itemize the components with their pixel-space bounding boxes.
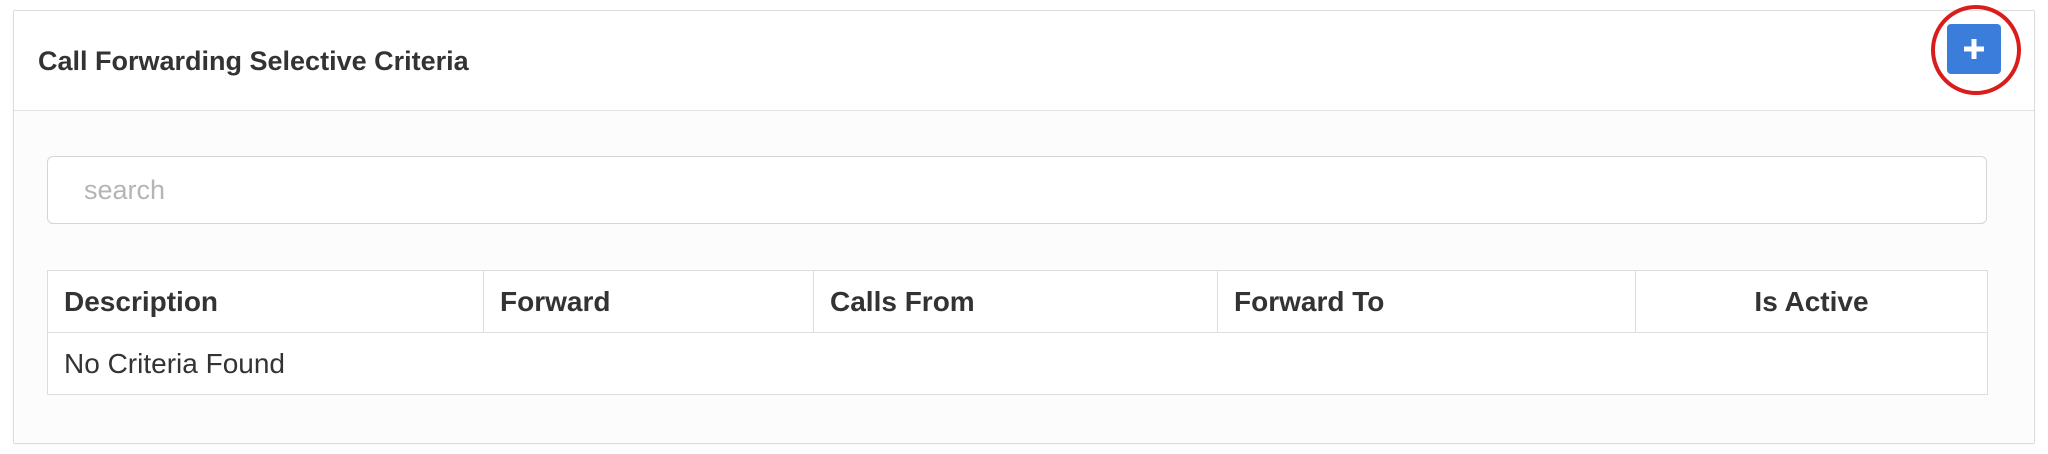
column-header-forward[interactable]: Forward: [483, 270, 814, 333]
criteria-table: Description Forward Calls From Forward T…: [47, 270, 1988, 395]
add-criteria-button[interactable]: [1947, 24, 2001, 74]
table-header-row: Description Forward Calls From Forward T…: [47, 270, 1988, 333]
empty-table-message: No Criteria Found: [47, 332, 1988, 395]
table-row: No Criteria Found: [47, 332, 1988, 395]
column-header-forward-to[interactable]: Forward To: [1217, 270, 1636, 333]
column-header-description[interactable]: Description: [47, 270, 484, 333]
panel-title: Call Forwarding Selective Criteria: [38, 46, 469, 76]
search-input[interactable]: [47, 156, 1987, 224]
column-header-calls-from[interactable]: Calls From: [813, 270, 1218, 333]
column-header-is-active[interactable]: Is Active: [1635, 270, 1988, 333]
plus-icon: [1964, 39, 1984, 59]
panel-header: Call Forwarding Selective Criteria: [14, 11, 2034, 111]
